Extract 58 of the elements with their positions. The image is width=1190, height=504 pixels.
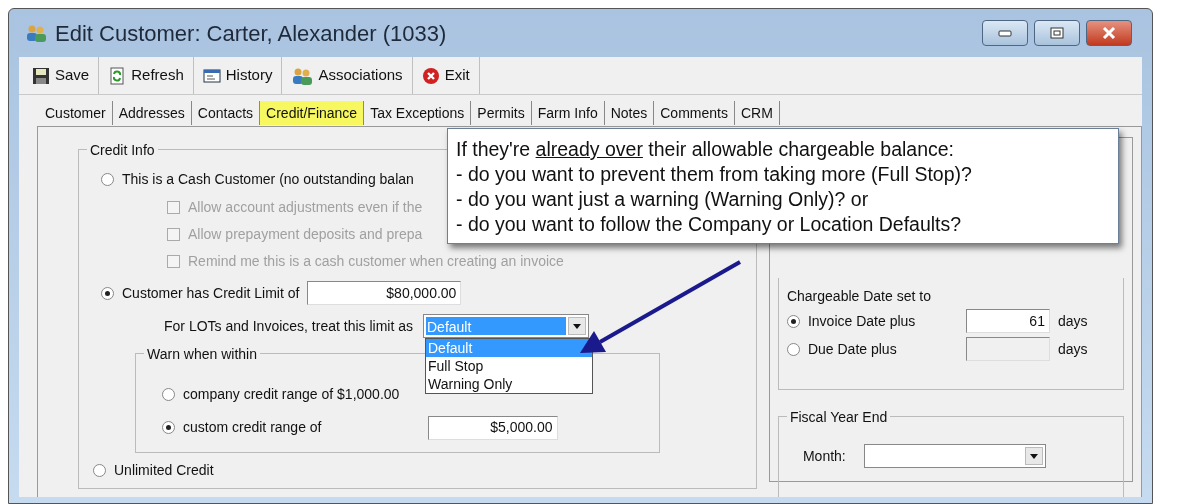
days-field[interactable]	[965, 337, 1050, 361]
radio-button[interactable]	[162, 421, 175, 434]
maximize-button[interactable]	[1034, 20, 1080, 46]
close-button[interactable]	[1086, 20, 1132, 46]
unit-label: days	[1057, 311, 1088, 331]
option-label: This is a Cash Customer (no outstanding balan	[122, 169, 414, 189]
caret-down-icon	[573, 323, 581, 329]
radio-button[interactable]	[101, 172, 114, 186]
save-button[interactable]: Save	[23, 57, 100, 94]
tab[interactable]: Notes	[604, 101, 655, 125]
radio-button[interactable]	[162, 388, 175, 401]
people-icon	[25, 24, 47, 42]
checkbox-label: Remind me this is a cash customer when creating an invoice	[188, 252, 564, 271]
close-icon	[1102, 27, 1116, 39]
list-option[interactable]: Full Stop	[426, 357, 592, 375]
window-icon	[202, 66, 221, 85]
option-label: Due Date plus	[807, 339, 898, 359]
radio-button[interactable]	[786, 342, 800, 356]
unit-label: days	[1057, 339, 1088, 359]
tab[interactable]: Farm Info	[531, 101, 605, 125]
field-label: Month:	[802, 446, 846, 466]
tab[interactable]: Comments	[654, 101, 735, 125]
month-dropdown[interactable]	[863, 444, 1046, 468]
exit-button[interactable]: Exit	[412, 57, 480, 94]
minimize-button[interactable]	[982, 20, 1028, 46]
caret-down-icon	[1029, 453, 1038, 459]
list-option[interactable]: Warning Only	[426, 375, 592, 393]
option-label: Customer has Credit Limit of	[122, 283, 300, 303]
history-button[interactable]: History	[193, 57, 283, 94]
option-label: Invoice Date plus	[807, 311, 917, 331]
window-title: Edit Customer: Carter, Alexander (1033)	[55, 19, 447, 48]
credit-limit-field[interactable]: $80,000.00	[307, 281, 462, 305]
radio-button[interactable]	[101, 286, 114, 300]
option-label: company credit range of $1,000.00	[183, 385, 400, 404]
close-icon	[421, 66, 440, 85]
credit-range-field[interactable]: $5,000.00	[427, 415, 558, 440]
group-title: Chargeable Date set to	[786, 287, 932, 306]
minimize-icon	[998, 29, 1012, 37]
field-label: For LOTs and Invoices, treat this limit as	[164, 316, 413, 336]
tab[interactable]: Credit/Finance	[260, 101, 365, 125]
tab[interactable]: CRM	[734, 101, 780, 125]
refresh-button[interactable]: Refresh	[99, 57, 194, 94]
tab[interactable]: Addresses	[112, 101, 192, 125]
days-field[interactable]: 61	[965, 309, 1050, 333]
associations-button[interactable]: Associations	[282, 57, 413, 94]
tab[interactable]: Customer	[39, 101, 113, 125]
radio-button[interactable]	[93, 463, 106, 477]
refresh-icon	[108, 66, 127, 85]
maximize-icon	[1050, 27, 1064, 39]
option-label: custom credit range of	[183, 418, 322, 437]
radio-button[interactable]	[786, 314, 800, 328]
checkbox-label: Allow prepayment deposits and prepa	[188, 225, 423, 244]
people-icon	[291, 66, 314, 85]
callout-text: If they're already over their allowable chargeable balance: - do you want to prevent them from taking more (Full Stop)? - do you want just a warning (Warning Only)? or - do you want to follow the Company or Location Defaults?	[447, 128, 1119, 244]
tab[interactable]: Permits	[471, 101, 532, 125]
option-label: Unlimited Credit	[114, 460, 214, 480]
checkbox-label: Allow account adjustments even if the	[188, 198, 423, 217]
tab[interactable]: Tax Exceptions	[364, 101, 472, 125]
